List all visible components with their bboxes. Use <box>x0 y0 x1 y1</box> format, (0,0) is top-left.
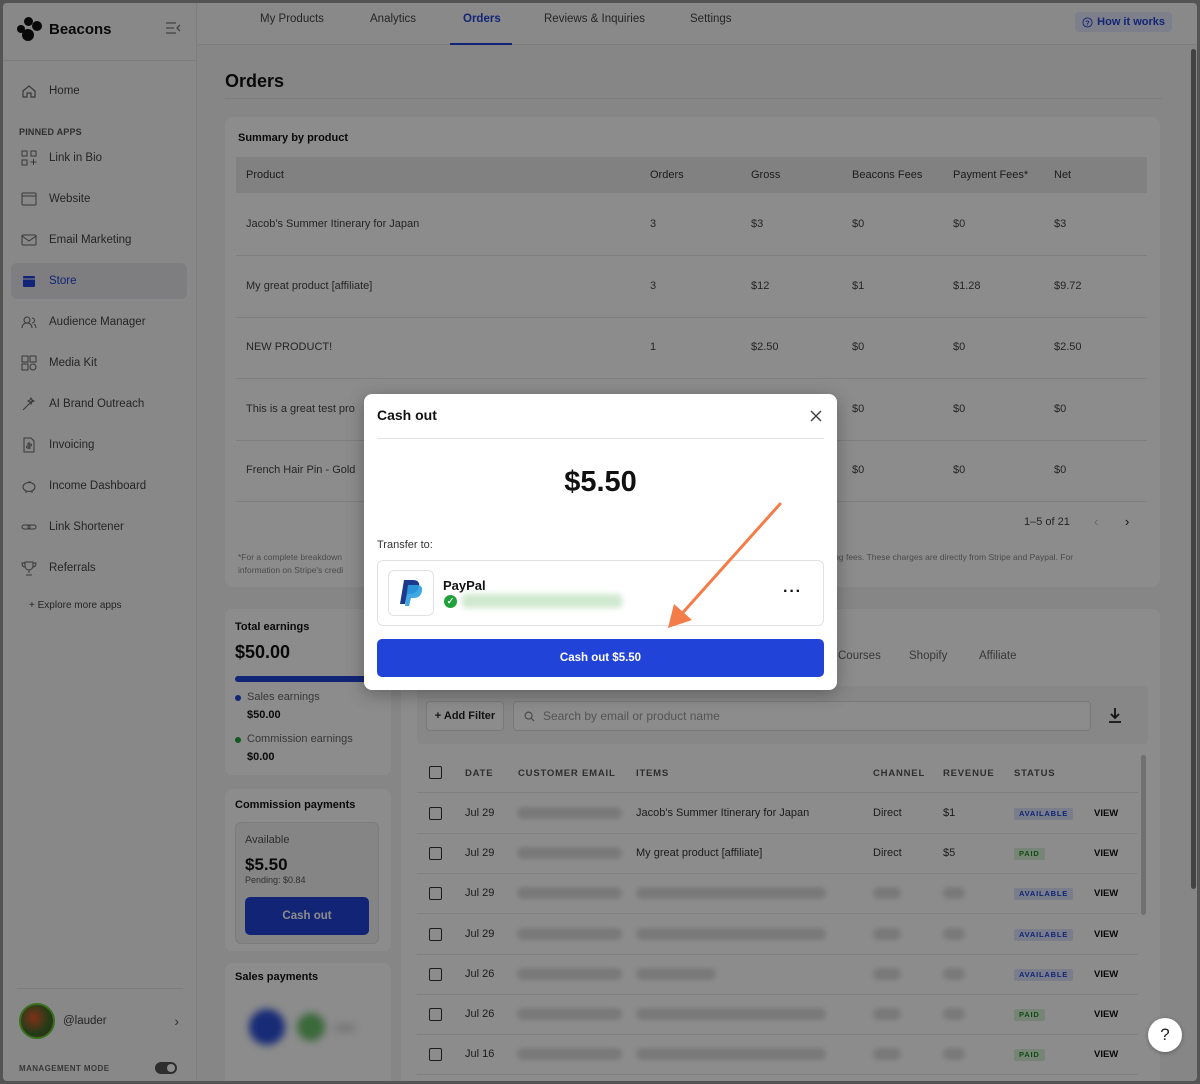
paypal-logo-icon <box>388 570 434 616</box>
transfer-to-label: Transfer to: <box>377 539 433 551</box>
help-button[interactable]: ? <box>1148 1018 1182 1052</box>
close-icon[interactable] <box>809 409 823 423</box>
payout-method-name: PayPal <box>443 578 486 593</box>
confirm-cash-out-button[interactable]: Cash out $5.50 <box>377 639 824 677</box>
cash-out-amount: $5.50 <box>564 466 637 498</box>
modal-title: Cash out <box>377 407 437 423</box>
verified-check-icon: ✓ <box>444 595 457 608</box>
modal-divider <box>377 438 824 439</box>
annotation-arrow-icon <box>668 502 782 628</box>
redacted-email <box>462 594 622 608</box>
